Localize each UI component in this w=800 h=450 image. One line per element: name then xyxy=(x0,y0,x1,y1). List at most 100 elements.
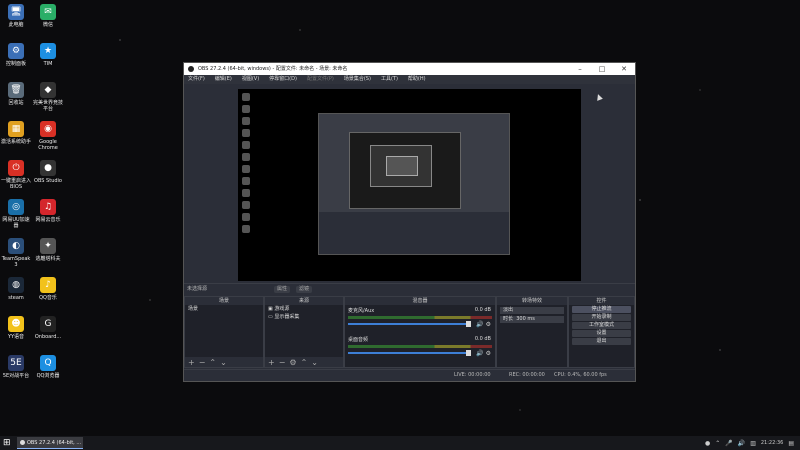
gear-icon[interactable]: ⚙ xyxy=(289,358,296,367)
volume-icon[interactable]: 🔊 xyxy=(738,440,745,447)
scene-item[interactable]: 场景 xyxy=(185,305,263,313)
menu-edit[interactable]: 编辑(E) xyxy=(215,75,232,84)
app-icon: ✉ xyxy=(40,4,56,20)
desktop-icon-label: TeamSpeak 3 xyxy=(1,256,31,268)
menu-tools[interactable]: 工具(T) xyxy=(381,75,398,84)
duration-field[interactable]: 时长 300 ms xyxy=(500,316,564,323)
volume-slider[interactable] xyxy=(348,321,471,327)
channel-name: 麦克风/Aux xyxy=(348,308,375,314)
desktop-icon-label: 一键重启进入BIOS xyxy=(1,178,32,190)
move-up-icon[interactable]: ⌃ xyxy=(209,358,216,367)
desktop-icon[interactable]: ◎ 网易UU加速器 xyxy=(1,199,31,229)
desktop-icon[interactable]: 🖥 此电脑 xyxy=(1,4,31,28)
desktop-icon-label: 回收站 xyxy=(8,100,24,106)
desktop-icon[interactable]: 5E 5E对战平台 xyxy=(1,355,31,379)
app-icon: ♫ xyxy=(40,199,56,215)
desktop-icon[interactable]: ✦ 逃離塔科夫 xyxy=(33,238,63,262)
windows-start-icon[interactable]: ⊞ xyxy=(3,439,11,448)
maximize-icon[interactable]: □ xyxy=(591,63,613,75)
desktop-icon[interactable]: ▦ 激活系统助手 xyxy=(1,121,31,145)
tray-app-icon[interactable]: ● xyxy=(705,440,710,447)
add-icon[interactable]: + xyxy=(188,358,195,367)
menu-view[interactable]: 视图(V) xyxy=(242,75,259,84)
exit-button[interactable]: 退出 xyxy=(572,338,631,345)
app-icon: ◎ xyxy=(8,199,24,215)
volume-meter xyxy=(348,345,492,348)
remove-icon[interactable]: − xyxy=(199,358,206,367)
minimize-icon[interactable]: – xyxy=(569,63,591,75)
add-icon[interactable]: + xyxy=(268,358,275,367)
desktop-icon[interactable]: ✉ 微信 xyxy=(33,4,63,28)
move-up-icon[interactable]: ⌃ xyxy=(301,358,308,367)
source-toolbar: 未选择源 属性 滤镜 xyxy=(184,283,635,295)
preview-canvas[interactable] xyxy=(238,89,581,281)
speaker-icon[interactable]: 🔊 xyxy=(476,350,483,357)
rec-status: REC: 00:00:00 xyxy=(509,372,545,378)
move-down-icon[interactable]: ⌄ xyxy=(220,358,227,367)
transitions-header: 转场特效 xyxy=(497,297,567,305)
status-bar: LIVE: 00:00:00 REC: 00:00:00 CPU: 0.4%, … xyxy=(184,369,635,381)
filters-button[interactable]: 滤镜 xyxy=(296,286,313,293)
obs-window[interactable]: OBS 27.2.4 (64-bit, windows) - 配置文件: 未命名… xyxy=(183,62,636,382)
sources-header: 来源 xyxy=(265,297,343,305)
desktop-icon[interactable]: Q QQ浏览器 xyxy=(33,355,63,379)
desktop-icon[interactable]: G Onboard... xyxy=(33,316,63,340)
notification-icon[interactable]: ▤ xyxy=(788,440,794,447)
app-icon: ▦ xyxy=(8,121,24,137)
desktop-icon-label: 5E对战平台 xyxy=(2,373,30,379)
menu-profile[interactable]: 配置文件(P) xyxy=(307,75,334,84)
app-icon: ◍ xyxy=(8,277,24,293)
volume-slider[interactable] xyxy=(348,350,471,356)
transition-select[interactable]: 淡出 xyxy=(500,307,564,314)
network-icon[interactable]: ▥ xyxy=(750,440,756,447)
source-item[interactable]: ▭ 显示器采集 xyxy=(265,313,343,321)
microphone-icon[interactable]: 🎤 xyxy=(725,440,732,447)
speaker-icon[interactable]: 🔊 xyxy=(476,321,483,328)
app-icon: ♪ xyxy=(40,277,56,293)
desktop-icon[interactable]: 🗑 回收站 xyxy=(1,82,31,106)
desktop-icon[interactable]: ⏻ 一键重启进入BIOS xyxy=(1,160,31,190)
menu-help[interactable]: 帮助(H) xyxy=(408,75,426,84)
desktop-icon[interactable]: ● OBS Studio xyxy=(33,160,63,184)
desktop-icon[interactable]: ◆ 完美世界竞技平台 xyxy=(33,82,63,112)
settings-button[interactable]: 设置 xyxy=(572,330,631,337)
close-icon[interactable]: ✕ xyxy=(613,63,635,75)
stop-streaming-button[interactable]: 停止推流 xyxy=(572,306,631,313)
app-icon: 🖥 xyxy=(8,4,24,20)
desktop-icon[interactable]: ◉ Google Chrome xyxy=(33,121,63,151)
taskbar: ⊞ OBS 27.2.4 (64-bit, ... ● ⌃ 🎤 🔊 ▥ 21:2… xyxy=(0,436,800,450)
source-item[interactable]: ▣ 游戏源 xyxy=(265,305,343,313)
chevron-up-icon[interactable]: ⌃ xyxy=(715,440,720,447)
app-icon: 5E xyxy=(8,355,24,371)
clock[interactable]: 21:22:36 xyxy=(761,440,783,446)
menu-scene-collection[interactable]: 场景集合(S) xyxy=(344,75,371,84)
studio-mode-button[interactable]: 工作室模式 xyxy=(572,322,631,329)
scenes-dock: 场景 场景 + − ⌃ ⌄ xyxy=(184,296,264,368)
window-titlebar[interactable]: OBS 27.2.4 (64-bit, windows) - 配置文件: 未命名… xyxy=(184,63,635,75)
app-icon: G xyxy=(40,316,56,332)
desktop-icon[interactable]: ★ TIM xyxy=(33,43,63,67)
remove-icon[interactable]: − xyxy=(279,358,286,367)
desktop-icon[interactable]: ⚙ 控制面板 xyxy=(1,43,31,67)
menu-docks[interactable]: 停靠窗口(D) xyxy=(269,75,297,84)
channel-db: 0.0 dB xyxy=(474,307,491,313)
move-down-icon[interactable]: ⌄ xyxy=(311,358,318,367)
desktop-icon-label: 网易云音乐 xyxy=(35,217,61,223)
properties-button[interactable]: 属性 xyxy=(274,286,291,293)
desktop-icon[interactable]: ☻ YY语音 xyxy=(1,316,31,340)
gear-icon[interactable]: ⚙ xyxy=(486,321,491,328)
desktop-icon[interactable]: ◐ TeamSpeak 3 xyxy=(1,238,31,268)
start-recording-button[interactable]: 开始录制 xyxy=(572,314,631,321)
desktop-icon[interactable]: ♪ QQ音乐 xyxy=(33,277,63,301)
desktop-icon[interactable]: ♫ 网易云音乐 xyxy=(33,199,63,223)
volume-meter xyxy=(348,316,492,319)
transitions-dock: 转场特效 淡出 时长 300 ms xyxy=(496,296,568,368)
gear-icon[interactable]: ⚙ xyxy=(486,350,491,357)
desktop-icon-label: 逃離塔科夫 xyxy=(35,256,61,262)
menu-file[interactable]: 文件(F) xyxy=(188,75,205,84)
preview-desktop-icons xyxy=(242,93,250,237)
desktop-icon-label: TIM xyxy=(43,61,53,67)
desktop-icon[interactable]: ◍ steam xyxy=(1,277,31,301)
taskbar-obs-item[interactable]: OBS 27.2.4 (64-bit, ... xyxy=(17,437,83,449)
desktop-icon-label: 微信 xyxy=(42,22,53,28)
